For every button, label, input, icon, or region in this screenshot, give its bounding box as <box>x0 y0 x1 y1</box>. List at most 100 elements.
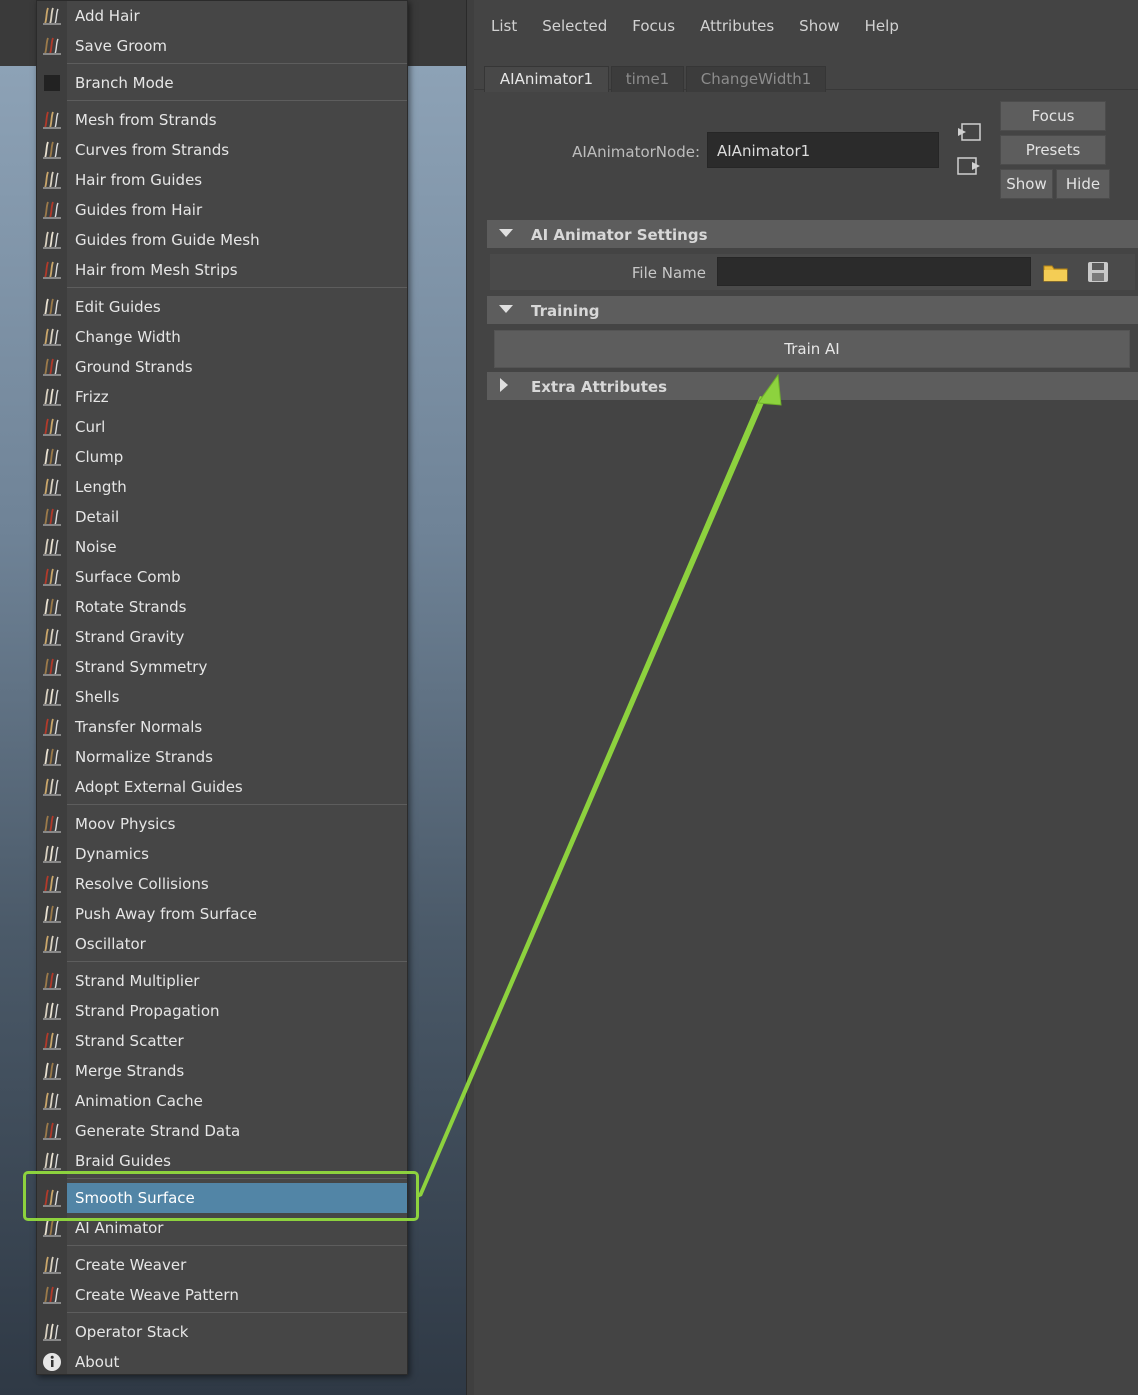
panel-splitter[interactable] <box>466 0 474 1395</box>
about-icon <box>37 1347 67 1377</box>
menu-item-guides-from-guide-mesh[interactable]: Guides from Guide Mesh <box>37 225 407 255</box>
menu-item-guides-from-hair[interactable]: Guides from Hair <box>37 195 407 225</box>
attribute-editor: List Selected Focus Attributes Show Help… <box>474 0 1138 1395</box>
curl-icon <box>37 412 67 442</box>
train-ai-button[interactable]: Train AI <box>494 330 1130 368</box>
menu-item-noise[interactable]: Noise <box>37 532 407 562</box>
adopt-external-guides-icon <box>37 772 67 802</box>
menu-item-clump[interactable]: Clump <box>37 442 407 472</box>
menu-item-label: Surface Comb <box>75 568 181 586</box>
menu-item-merge-strands[interactable]: Merge Strands <box>37 1056 407 1086</box>
menu-item-label: Strand Multiplier <box>75 972 200 990</box>
menu-item-about[interactable]: About <box>37 1347 407 1377</box>
menu-item-label: Ground Strands <box>75 358 193 376</box>
clump-icon <box>37 442 67 472</box>
menu-item-adopt-external-guides[interactable]: Adopt External Guides <box>37 772 407 802</box>
menu-item-create-weave-pattern[interactable]: Create Weave Pattern <box>37 1280 407 1310</box>
strand-gravity-icon <box>37 622 67 652</box>
menu-item-operator-stack[interactable]: Operator Stack <box>37 1317 407 1347</box>
menu-item-label: Change Width <box>75 328 181 346</box>
menu-item-strand-scatter[interactable]: Strand Scatter <box>37 1026 407 1056</box>
folder-icon[interactable] <box>1043 261 1069 283</box>
menu-item-strand-propagation[interactable]: Strand Propagation <box>37 996 407 1026</box>
tab-time1[interactable]: time1 <box>611 66 684 92</box>
save-icon[interactable] <box>1085 261 1111 283</box>
save-groom-icon <box>37 31 67 61</box>
menu-item-curl[interactable]: Curl <box>37 412 407 442</box>
menu-item-save-groom[interactable]: Save Groom <box>37 31 407 61</box>
menu-item-dynamics[interactable]: Dynamics <box>37 839 407 869</box>
menu-item-label: Generate Strand Data <box>75 1122 241 1140</box>
mesh-from-strands-icon <box>37 105 67 135</box>
menu-separator <box>67 804 407 805</box>
presets-button[interactable]: Presets <box>1000 135 1106 165</box>
menu-item-push-away-from-surface[interactable]: Push Away from Surface <box>37 899 407 929</box>
moov-physics-icon <box>37 809 67 839</box>
menu-item-resolve-collisions[interactable]: Resolve Collisions <box>37 869 407 899</box>
menu-item-change-width[interactable]: Change Width <box>37 322 407 352</box>
menu-item-label: Strand Gravity <box>75 628 185 646</box>
menu-selected[interactable]: Selected <box>542 17 607 35</box>
menu-item-strand-gravity[interactable]: Strand Gravity <box>37 622 407 652</box>
rotate-strands-icon <box>37 592 67 622</box>
node-name-field[interactable]: AIAnimator1 <box>707 132 939 168</box>
focus-button[interactable]: Focus <box>1000 101 1106 131</box>
collapse-triangle-icon <box>499 229 513 237</box>
menu-help[interactable]: Help <box>865 17 899 35</box>
menu-item-surface-comb[interactable]: Surface Comb <box>37 562 407 592</box>
menu-item-label: Normalize Strands <box>75 748 213 766</box>
menu-item-mesh-from-strands[interactable]: Mesh from Strands <box>37 105 407 135</box>
menu-item-edit-guides[interactable]: Edit Guides <box>37 292 407 322</box>
menu-item-label: Shells <box>75 688 120 706</box>
show-button[interactable]: Show <box>1000 169 1053 199</box>
menu-item-hair-from-mesh-strips[interactable]: Hair from Mesh Strips <box>37 255 407 285</box>
menu-item-oscillator[interactable]: Oscillator <box>37 929 407 959</box>
output-connection-icon[interactable] <box>956 156 982 178</box>
node-tabs: AIAnimator1 time1 ChangeWidth1 <box>474 64 1138 92</box>
menu-item-generate-strand-data[interactable]: Generate Strand Data <box>37 1116 407 1146</box>
hide-button[interactable]: Hide <box>1056 169 1110 199</box>
menu-item-strand-multiplier[interactable]: Strand Multiplier <box>37 966 407 996</box>
menu-item-create-weaver[interactable]: Create Weaver <box>37 1250 407 1280</box>
menu-item-detail[interactable]: Detail <box>37 502 407 532</box>
surface-comb-icon <box>37 562 67 592</box>
menu-item-add-hair[interactable]: Add Hair <box>37 1 407 31</box>
input-connection-icon[interactable] <box>956 122 982 144</box>
menu-item-length[interactable]: Length <box>37 472 407 502</box>
menu-item-label: About <box>75 1353 120 1371</box>
menu-item-label: Smooth Surface <box>75 1189 195 1207</box>
menu-item-smooth-surface[interactable]: Smooth Surface <box>37 1183 407 1213</box>
section-extra-attributes[interactable]: Extra Attributes <box>487 372 1138 400</box>
section-training[interactable]: Training <box>487 296 1138 324</box>
shells-icon <box>37 682 67 712</box>
menu-attributes[interactable]: Attributes <box>700 17 774 35</box>
menu-item-transfer-normals[interactable]: Transfer Normals <box>37 712 407 742</box>
menu-item-frizz[interactable]: Frizz <box>37 382 407 412</box>
menu-item-braid-guides[interactable]: Braid Guides <box>37 1146 407 1176</box>
menu-show[interactable]: Show <box>799 17 839 35</box>
menu-item-ground-strands[interactable]: Ground Strands <box>37 352 407 382</box>
menu-item-curves-from-strands[interactable]: Curves from Strands <box>37 135 407 165</box>
menu-item-label: Frizz <box>75 388 109 406</box>
menu-item-animation-cache[interactable]: Animation Cache <box>37 1086 407 1116</box>
tab-changewidth1[interactable]: ChangeWidth1 <box>686 66 826 92</box>
menu-item-strand-symmetry[interactable]: Strand Symmetry <box>37 652 407 682</box>
menu-item-ai-animator[interactable]: AI Animator <box>37 1213 407 1243</box>
menu-item-branch-mode[interactable]: Branch Mode <box>37 68 407 98</box>
menu-item-normalize-strands[interactable]: Normalize Strands <box>37 742 407 772</box>
menu-item-shells[interactable]: Shells <box>37 682 407 712</box>
menu-item-hair-from-guides[interactable]: Hair from Guides <box>37 165 407 195</box>
strand-symmetry-icon <box>37 652 67 682</box>
menu-item-label: Strand Symmetry <box>75 658 208 676</box>
section-ai-animator-settings[interactable]: AI Animator Settings <box>487 220 1138 248</box>
menu-item-rotate-strands[interactable]: Rotate Strands <box>37 592 407 622</box>
menu-focus[interactable]: Focus <box>632 17 675 35</box>
tab-aianimator1[interactable]: AIAnimator1 <box>484 66 609 92</box>
hair-from-guides-icon <box>37 165 67 195</box>
file-name-field[interactable] <box>717 257 1031 286</box>
menu-item-moov-physics[interactable]: Moov Physics <box>37 809 407 839</box>
menu-list[interactable]: List <box>491 17 517 35</box>
section-title: Extra Attributes <box>531 378 668 396</box>
menu-item-label: Noise <box>75 538 117 556</box>
normalize-strands-icon <box>37 742 67 772</box>
